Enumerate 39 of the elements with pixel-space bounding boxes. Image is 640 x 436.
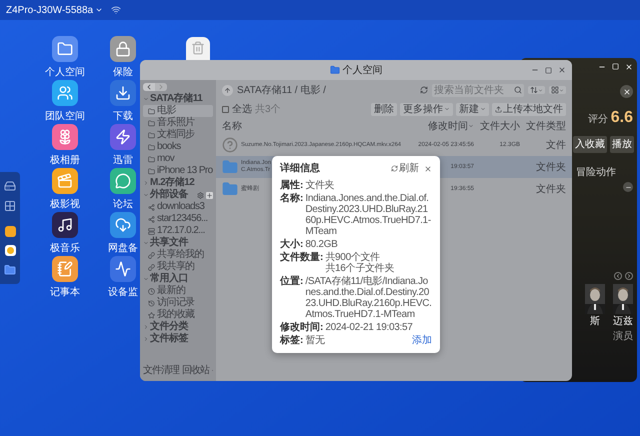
app-label: 极相册 [50, 154, 80, 168]
field-value: 2024-02-21 19:03:57 [325, 322, 414, 333]
app-label: 极音乐 [50, 242, 80, 256]
window-title: 个人空间 [342, 64, 382, 78]
app-label: 保险 [113, 66, 133, 80]
field-label: 属性: [280, 180, 304, 191]
field-value: 共900个文件 [325, 252, 381, 263]
rating-label: 评分 [588, 113, 608, 127]
genre-tag: 冒险动作 [576, 165, 616, 180]
app-label: 设备监 [108, 286, 138, 300]
app-label: 下载 [113, 110, 133, 124]
field-label: 名称: [280, 193, 304, 204]
file-type: 文件夹 [535, 160, 566, 174]
field-value: 共16个子文件夹 [325, 263, 396, 274]
item-count: 共3个 [255, 102, 281, 116]
file-type: 文件 [545, 138, 566, 152]
field-value: 暂无 [305, 335, 326, 346]
field-label: 大小: [280, 239, 304, 250]
rating-value: 6.6 [610, 108, 633, 128]
field-label: 修改时间: [280, 322, 324, 333]
field-value: 80.2GB [305, 239, 338, 250]
field-value: /SATA存储11/电影/Indiana.Jones.and.the.Dial.of.Destiny.2023.UHD.BluRay.2160p.HEVC.Atmos.TrueHD7.1-MTeam [305, 276, 432, 320]
dialog-title: 详细信息 [280, 161, 320, 176]
app-label: 论坛 [113, 198, 133, 212]
field-label: 文件数量: [280, 252, 324, 263]
cast-role: 演员 [613, 330, 633, 344]
file-type: 文件夹 [535, 182, 566, 196]
cast-name: 迈兹 [613, 314, 633, 329]
app-label: 网盘备 [108, 242, 138, 256]
app-label: 记事本 [50, 286, 80, 300]
app-label: 极影视 [50, 198, 80, 212]
app-label: 个人空间 [45, 66, 85, 80]
field-value: 文件夹 [305, 180, 336, 191]
field-value: Indiana.Jones.and.the.Dial.of.Destiny.2023.UHD.BluRay.2160p.HEVC.Atmos.TrueHD7.1-MTeam [305, 193, 432, 237]
field-label: 位置: [280, 276, 304, 287]
field-label: 标签: [280, 335, 304, 346]
cast-name: 斯 [590, 314, 600, 329]
app-label: 迅雷 [113, 154, 133, 168]
app-label: 团队空间 [45, 110, 85, 124]
